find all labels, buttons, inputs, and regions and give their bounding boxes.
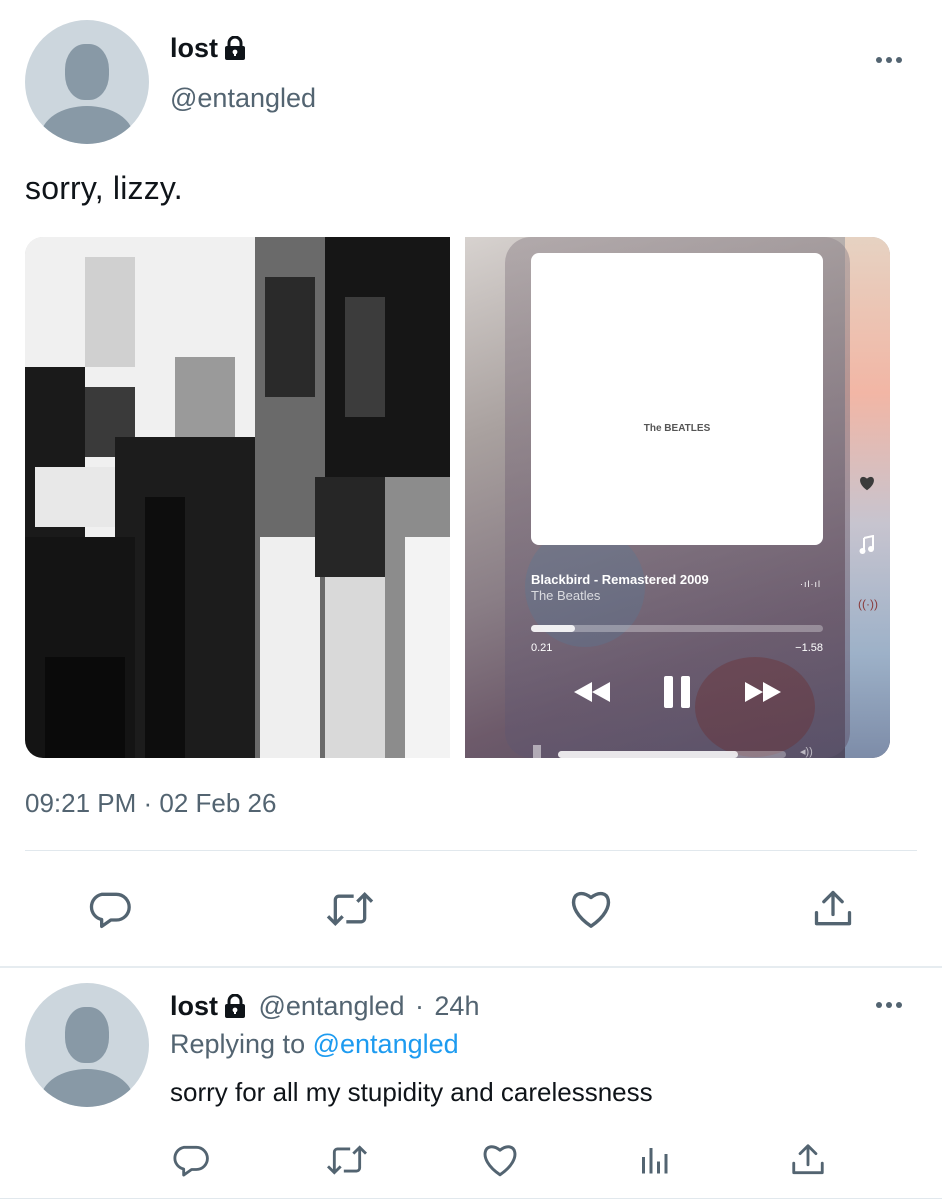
remaining-time: −1.58 xyxy=(795,642,823,654)
tweet-timestamp[interactable]: 09:21 PM · 02 Feb 26 xyxy=(25,788,276,818)
avatar[interactable] xyxy=(25,20,149,144)
reply-analytics-icon[interactable] xyxy=(632,1138,676,1182)
reply-icon[interactable] xyxy=(84,884,134,934)
replying-to: Replying to @entangled xyxy=(170,1027,459,1061)
reply-avatar[interactable] xyxy=(25,983,149,1107)
share-icon[interactable] xyxy=(808,884,858,934)
song-title: Blackbird - Remastered 2009 xyxy=(531,572,709,587)
pause-icon[interactable] xyxy=(662,675,692,714)
heart-icon xyxy=(858,475,876,496)
replying-to-handle[interactable]: @entangled xyxy=(313,1029,459,1059)
reply-more-options-icon[interactable] xyxy=(876,1002,902,1008)
song-artist: The Beatles xyxy=(531,588,601,603)
music-note-icon xyxy=(859,534,875,560)
reply-age: 24h xyxy=(434,991,480,1021)
author-handle[interactable]: @entangled xyxy=(170,82,316,114)
volume-track[interactable] xyxy=(558,751,786,758)
volume-low-icon xyxy=(533,745,541,758)
painting-image[interactable] xyxy=(25,237,450,758)
reply-share-icon[interactable] xyxy=(786,1138,830,1182)
reply-display-name[interactable]: lost xyxy=(170,991,218,1021)
display-name[interactable]: lost xyxy=(170,33,218,63)
music-player-image[interactable]: The BEATLES ((·)) Blackbird - Remastered… xyxy=(465,237,890,758)
author-name-row: lost xyxy=(170,30,246,66)
elapsed-time: 0.21 xyxy=(531,642,553,654)
reply-like-icon[interactable] xyxy=(478,1138,522,1182)
reply-header: lost @entangled · 24h xyxy=(170,988,479,1024)
reply-handle[interactable]: @entangled xyxy=(258,991,404,1021)
replying-prefix: Replying to xyxy=(170,1029,306,1059)
reply-retweet-icon[interactable] xyxy=(325,1138,369,1182)
fast-forward-icon[interactable] xyxy=(743,680,783,709)
volume-high-icon: ◂)) xyxy=(800,746,813,758)
section-divider xyxy=(0,966,942,968)
tweet-text: sorry, lizzy. xyxy=(25,170,183,206)
progress-track[interactable] xyxy=(531,625,823,632)
reply-reply-icon[interactable] xyxy=(168,1138,212,1182)
reply-text: sorry for all my stupidity and carelessn… xyxy=(170,1077,653,1107)
retweet-icon[interactable] xyxy=(325,884,375,934)
album-art: The BEATLES xyxy=(531,253,823,545)
bottom-divider xyxy=(0,1198,942,1199)
lock-icon xyxy=(224,35,246,74)
like-icon[interactable] xyxy=(566,884,616,934)
divider xyxy=(25,850,917,851)
broadcast-icon: ((·)) xyxy=(858,597,878,611)
reply-separator: · xyxy=(414,991,424,1021)
rewind-icon[interactable] xyxy=(572,680,612,709)
album-label: The BEATLES xyxy=(643,423,711,434)
progress-fill xyxy=(531,625,575,632)
volume-fill xyxy=(558,751,739,758)
audio-quality-icon: ·ıl·ıl xyxy=(800,579,821,589)
more-options-icon[interactable] xyxy=(876,57,902,63)
